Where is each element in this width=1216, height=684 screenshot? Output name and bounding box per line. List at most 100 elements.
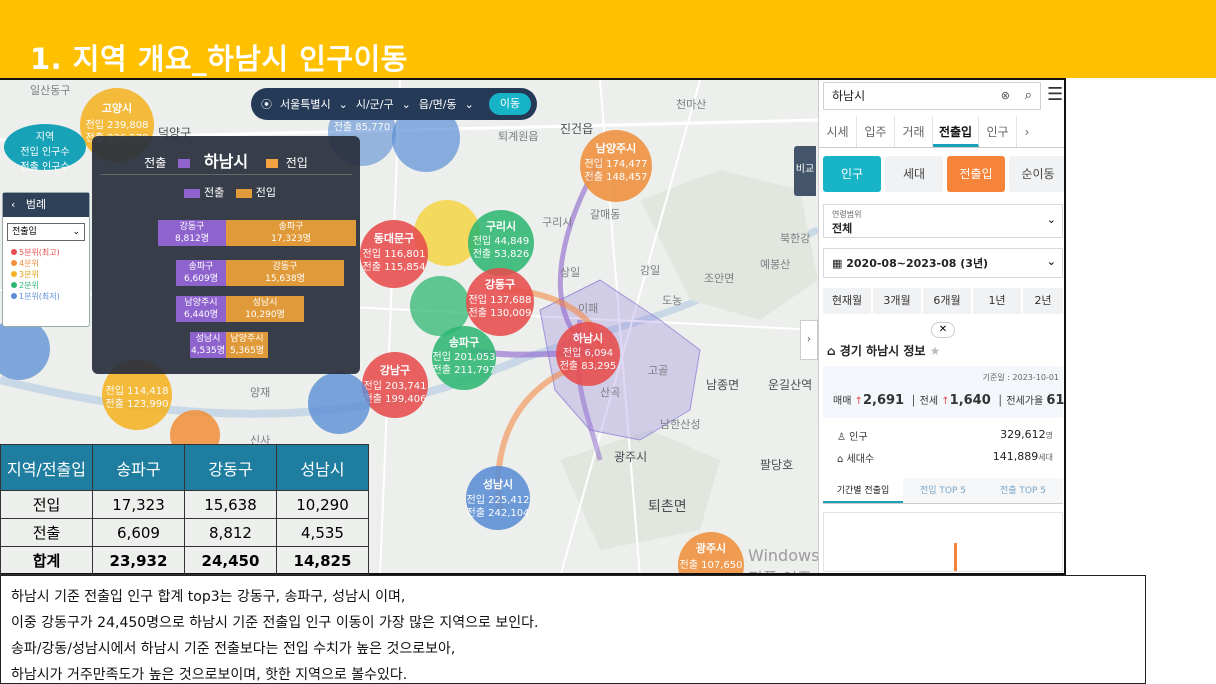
legend-dot (11, 293, 17, 299)
region-circle-blue[interactable] (308, 372, 370, 434)
pin-icon: ⦿ (261, 98, 272, 111)
region-mode-toggle[interactable]: 지역 전입 인구수 전출 인구수 (4, 124, 86, 173)
tab-move-in[interactable]: 입주 (857, 116, 895, 147)
population-value: 329,612 (1000, 428, 1046, 441)
region-info-title-text: 경기 하남시 정보 (839, 344, 926, 358)
subtab-move-in-top5[interactable]: 전입 TOP 5 (903, 478, 983, 503)
tab-population[interactable]: 인구 (979, 116, 1017, 147)
search-input[interactable]: 하남시 (832, 89, 865, 103)
region-out: 전출 115,854 (362, 262, 426, 273)
table-cell: 24,450 (184, 546, 277, 575)
menu-icon[interactable]: ☰ (1047, 84, 1063, 105)
tab-migration[interactable]: 전출입 (933, 116, 979, 147)
legend-item: 1분위(최저) (3, 291, 89, 302)
region-out: 전출 123,990 (105, 399, 169, 410)
region-circle-gangnam[interactable]: 강남구 전입 203,741 전출 199,406 (362, 352, 428, 418)
chart-bar (954, 543, 957, 571)
period-current-month[interactable]: 현재월 (823, 288, 871, 314)
chevron-left-icon[interactable]: ‹ (11, 198, 22, 211)
bar-in: 남양주시 5,365명 (226, 332, 268, 358)
legend-item: 4분위 (3, 258, 89, 269)
region-out: 전출 107,650 (679, 560, 743, 571)
map-label: 퇴촌면 (648, 499, 687, 515)
legend-label: 전출 (204, 186, 225, 199)
jeonse-value: 1,640 (949, 393, 991, 408)
segment-net-migration[interactable]: 순이동 (1009, 156, 1064, 192)
legend-title: 범례 (25, 198, 47, 211)
search-icon[interactable]: ⌕ (1025, 83, 1032, 109)
star-icon[interactable]: ★ (930, 344, 941, 358)
tab-price[interactable]: 시세 (819, 116, 857, 147)
comment-line: 송파/강동/성남시에서 하남시 기준 전출보다는 전입 수치가 높은 것으로보아… (11, 641, 456, 657)
bar-out: 강동구 8,812명 (158, 220, 226, 246)
compare-side-tab[interactable]: 비교 (794, 146, 816, 196)
legend-item: 5분위(최고) (3, 247, 89, 258)
region-out: 전출 148,457 (584, 172, 648, 183)
date-range-select[interactable]: ▦ 2020-08~2023-08 (3년) ⌄ (823, 248, 1063, 278)
period-6-months[interactable]: 6개월 (923, 288, 971, 314)
swatch-in (235, 188, 252, 198)
header-band: 1. 지역 개요_하남시 인구이동 (0, 0, 1216, 78)
subtab-move-out-top5[interactable]: 전출 TOP 5 (983, 478, 1063, 503)
city-select[interactable]: 서울특별시 (280, 96, 331, 112)
clear-icon[interactable]: ⊗ (1001, 83, 1010, 109)
region-circle-dongdaemun[interactable]: 동대문구 전입 116,801 전출 115,854 (360, 220, 428, 288)
region-name: 동대문구 (373, 232, 415, 245)
chevron-down-icon: ⌄ (401, 97, 411, 111)
trade-value: 2,691 (862, 393, 905, 408)
segment-population[interactable]: 인구 (823, 156, 881, 192)
base-date: 기준일 : 2023-10-01 (982, 373, 1059, 382)
migration-summary-popup: 전출 하남시 전입 전출 전입 강동구 8,812명 송파구 17,323명 송파구… (92, 136, 360, 374)
map-label: 운길산역 (768, 378, 813, 392)
tab-trade[interactable]: 거래 (895, 116, 933, 147)
age-range-select[interactable]: 연령범위 전체 ⌄ (823, 204, 1063, 238)
segment-migration[interactable]: 전출입 (947, 156, 1005, 192)
bar-in: 성남시 10,290명 (226, 296, 304, 322)
region-circle-namyangju[interactable]: 남양주시 전입 174,477 전출 148,457 (580, 130, 652, 202)
region-circle-hanam[interactable]: 하남시 전입 6,094 전출 83,295 (556, 322, 620, 386)
table-cell: 합계 (0, 546, 93, 575)
bar-label: 성남시 (195, 334, 221, 344)
chevron-right-icon[interactable]: › (1017, 116, 1037, 147)
population-row: ♙ 인구 329,612명 (837, 428, 1057, 443)
map-label: 일산동구 (30, 84, 71, 97)
move-button[interactable]: 이동 (489, 93, 531, 115)
bar-label: 강동구 (272, 262, 298, 272)
legend-dot (11, 271, 17, 277)
windows-watermark: Windows 정품 인증 (748, 546, 818, 573)
region-circle-seongnam[interactable]: 성남시 전입 225,412 전출 242,104 (466, 466, 530, 530)
segment-households[interactable]: 세대 (885, 156, 943, 192)
bar-out: 송파구 6,609명 (176, 260, 226, 286)
legend-label: 5분위(최고) (19, 248, 60, 257)
legend-header[interactable]: ‹ 범례 (3, 193, 89, 217)
period-2-years[interactable]: 2년 (1023, 288, 1063, 314)
period-3-months[interactable]: 3개월 (873, 288, 921, 314)
region-circle-guri[interactable]: 구리시 전입 44,849 전출 53,826 (468, 210, 534, 276)
legend-select[interactable]: 전출입 ⌄ (7, 223, 85, 241)
households-value-wrap: 141,889세대 (993, 450, 1053, 463)
district-select[interactable]: 시/군/구 (356, 96, 394, 112)
households-label: 세대수 (846, 454, 875, 465)
table-cell: 8,812 (184, 518, 277, 547)
region-circle-songpa[interactable]: 송파구 전입 201,053 전출 211,797 (432, 326, 496, 390)
bar-label: 송파구 (188, 262, 214, 272)
period-1-year[interactable]: 1년 (973, 288, 1021, 314)
region-name: 고양시 (101, 102, 133, 115)
migration-subtabs: 기간별 전출입 전입 TOP 5 전출 TOP 5 (823, 478, 1063, 504)
households-value: 141,889 (992, 450, 1039, 463)
toggle-line: 전출 인구수 (20, 162, 70, 173)
trade-label: 매매 (833, 396, 852, 407)
map-label: 천마산 (676, 98, 707, 111)
subtab-period[interactable]: 기간별 전출입 (823, 478, 903, 503)
swatch-out (178, 159, 191, 168)
location-selector-bar[interactable]: ⦿ 서울특별시 ⌄ 시/군/구 ⌄ 읍/면/동 ⌄ 이동 (251, 88, 537, 120)
bar-label: 강동구 (179, 222, 205, 232)
region-circle-gangdong[interactable]: 강동구 전입 137,688 전출 130,009 (466, 268, 534, 336)
collapse-panel-button[interactable]: › (800, 320, 818, 360)
region-in: 전출 85,770 (333, 122, 391, 133)
close-icon[interactable]: ✕ (931, 322, 955, 338)
search-box[interactable]: 하남시 ⊗ ⌕ (823, 82, 1041, 110)
dong-select[interactable]: 읍/면/동 (419, 96, 457, 112)
comment-line: 하남시가 거주만족도가 높은 것으로보이며, 핫한 지역으로 볼수있다. (11, 667, 408, 683)
map-label: 광주시 (614, 450, 648, 464)
